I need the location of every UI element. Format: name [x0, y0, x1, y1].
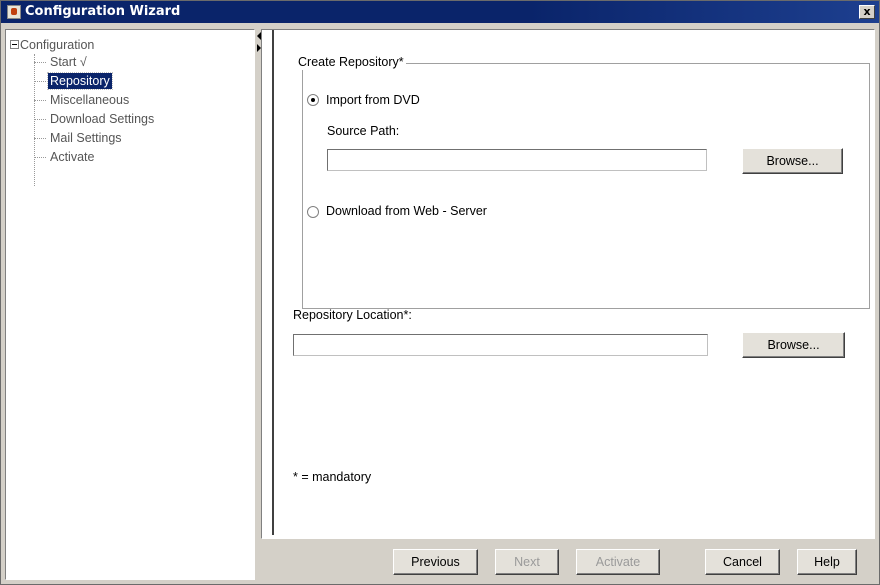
next-button[interactable]: Next — [495, 549, 559, 575]
repository-location-input[interactable] — [293, 334, 708, 356]
close-icon: x — [863, 5, 871, 18]
tree-item-label: Start √ — [50, 55, 87, 69]
tree-branch-line — [34, 119, 46, 120]
tree-connector-line — [34, 54, 35, 186]
activate-button[interactable]: Activate — [576, 549, 660, 575]
tree-item-label: Activate — [50, 150, 95, 164]
help-button[interactable]: Help — [797, 549, 857, 575]
tree-branch-line — [34, 81, 46, 82]
tree-branch-line — [34, 100, 46, 101]
tree-root-label: Configuration — [20, 38, 95, 52]
configuration-tree[interactable]: Configuration Start √ Repository Miscell… — [5, 29, 255, 580]
java-app-icon — [7, 5, 21, 19]
tree-item-label: Miscellaneous — [50, 93, 130, 107]
cancel-button[interactable]: Cancel — [705, 549, 780, 575]
tree-item-label: Repository — [47, 72, 113, 90]
tree-item-label: Mail Settings — [50, 131, 122, 145]
location-browse-button[interactable]: Browse... — [742, 332, 845, 358]
tree-branch-line — [34, 138, 46, 139]
mandatory-footnote: * = mandatory — [293, 470, 372, 484]
tree-branch-line — [34, 62, 46, 63]
repository-location-label: Repository Location*: — [293, 308, 412, 322]
close-button[interactable]: x — [859, 5, 875, 19]
window-title: Configuration Wizard — [25, 4, 181, 19]
title-bar[interactable]: Configuration Wizard x — [1, 1, 879, 23]
import-dvd-radio[interactable] — [307, 94, 319, 106]
source-path-label: Source Path: — [327, 124, 400, 138]
collapse-icon[interactable] — [10, 40, 19, 49]
configuration-wizard-window: Configuration Wizard x Configuration Sta… — [0, 0, 880, 585]
import-dvd-label: Import from DVD — [326, 93, 420, 107]
wizard-button-bar — [261, 539, 875, 581]
create-repository-group-label: Create Repository* — [296, 54, 406, 70]
source-path-input[interactable] — [327, 149, 707, 171]
source-browse-button[interactable]: Browse... — [742, 148, 843, 174]
download-web-radio[interactable] — [307, 206, 319, 218]
previous-button[interactable]: Previous — [393, 549, 478, 575]
download-web-label: Download from Web - Server — [326, 204, 487, 218]
tree-branch-line — [34, 157, 46, 158]
tree-item-label: Download Settings — [50, 112, 155, 126]
